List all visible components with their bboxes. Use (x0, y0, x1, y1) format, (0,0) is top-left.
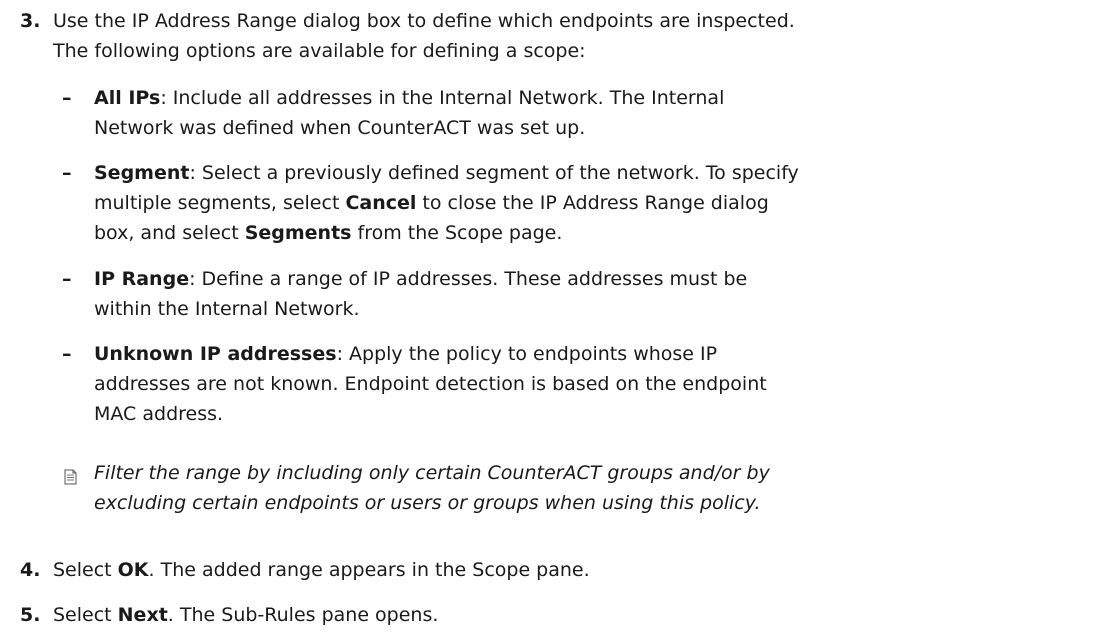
option-term: Unknown IP addresses (94, 343, 337, 365)
step-number: 4. (20, 559, 41, 581)
option-description: MAC address. (94, 403, 224, 425)
cancel-emphasis: Cancel (345, 192, 417, 214)
step-text: Select OK. The added range appears in th… (53, 555, 1108, 585)
option-description: : Include all addresses in the Internal … (160, 87, 725, 109)
bullet-dash: – (62, 162, 72, 184)
step-text-part: . The added range appears in the Scope p… (148, 559, 590, 581)
option-description: within the Internal Network. (94, 298, 360, 320)
step-number: 5. (20, 604, 41, 626)
bullet-dash: – (62, 87, 72, 109)
option-description: from the Scope page. (351, 222, 563, 244)
step-number: 3. (20, 10, 41, 32)
option-text: Segment: Select a previously defined seg… (94, 158, 1109, 188)
option-description: : Define a range of IP addresses. These … (189, 268, 748, 290)
option-description: : Apply the policy to endpoints whose IP (336, 343, 718, 365)
note-text: excluding certain endpoints or users or … (94, 492, 761, 514)
option-text: multiple segments, select Cancel to clos… (94, 188, 1109, 218)
next-emphasis: Next (117, 604, 168, 626)
bullet-dash: – (62, 343, 72, 365)
step-text-part: Select (53, 604, 118, 626)
option-description: multiple segments, select (94, 192, 346, 214)
option-text: Unknown IP addresses: Apply the policy t… (94, 339, 1109, 369)
option-description: box, and select (94, 222, 245, 244)
option-description: Network was defined when CounterACT was … (94, 117, 586, 139)
note-icon (64, 464, 77, 485)
bullet-dash: – (62, 268, 72, 290)
segments-emphasis: Segments (244, 222, 352, 244)
step-text-part: . The Sub-Rules pane opens. (167, 604, 439, 626)
step-text: Select Next. The Sub-Rules pane opens. (53, 600, 1108, 630)
step-text-line: Use the IP Address Range dialog box to d… (53, 10, 795, 32)
note-text: Filter the range by including only certa… (94, 462, 770, 484)
step-text-line: The following options are available for … (53, 40, 586, 62)
option-term: Segment (94, 162, 190, 184)
option-description: to close the IP Address Range dialog (416, 192, 769, 214)
ok-emphasis: OK (117, 559, 149, 581)
document-page: 3. Use the IP Address Range dialog box t… (0, 0, 1112, 644)
option-text: IP Range: Define a range of IP addresses… (94, 264, 1109, 294)
option-term: All IPs (94, 87, 161, 109)
option-text: box, and select Segments from the Scope … (94, 218, 1109, 248)
step-text-part: Select (53, 559, 118, 581)
option-term: IP Range (94, 268, 190, 290)
option-description: addresses are not known. Endpoint detect… (94, 373, 767, 395)
option-text: All IPs: Include all addresses in the In… (94, 83, 1109, 113)
option-description: : Select a previously defined segment of… (189, 162, 799, 184)
